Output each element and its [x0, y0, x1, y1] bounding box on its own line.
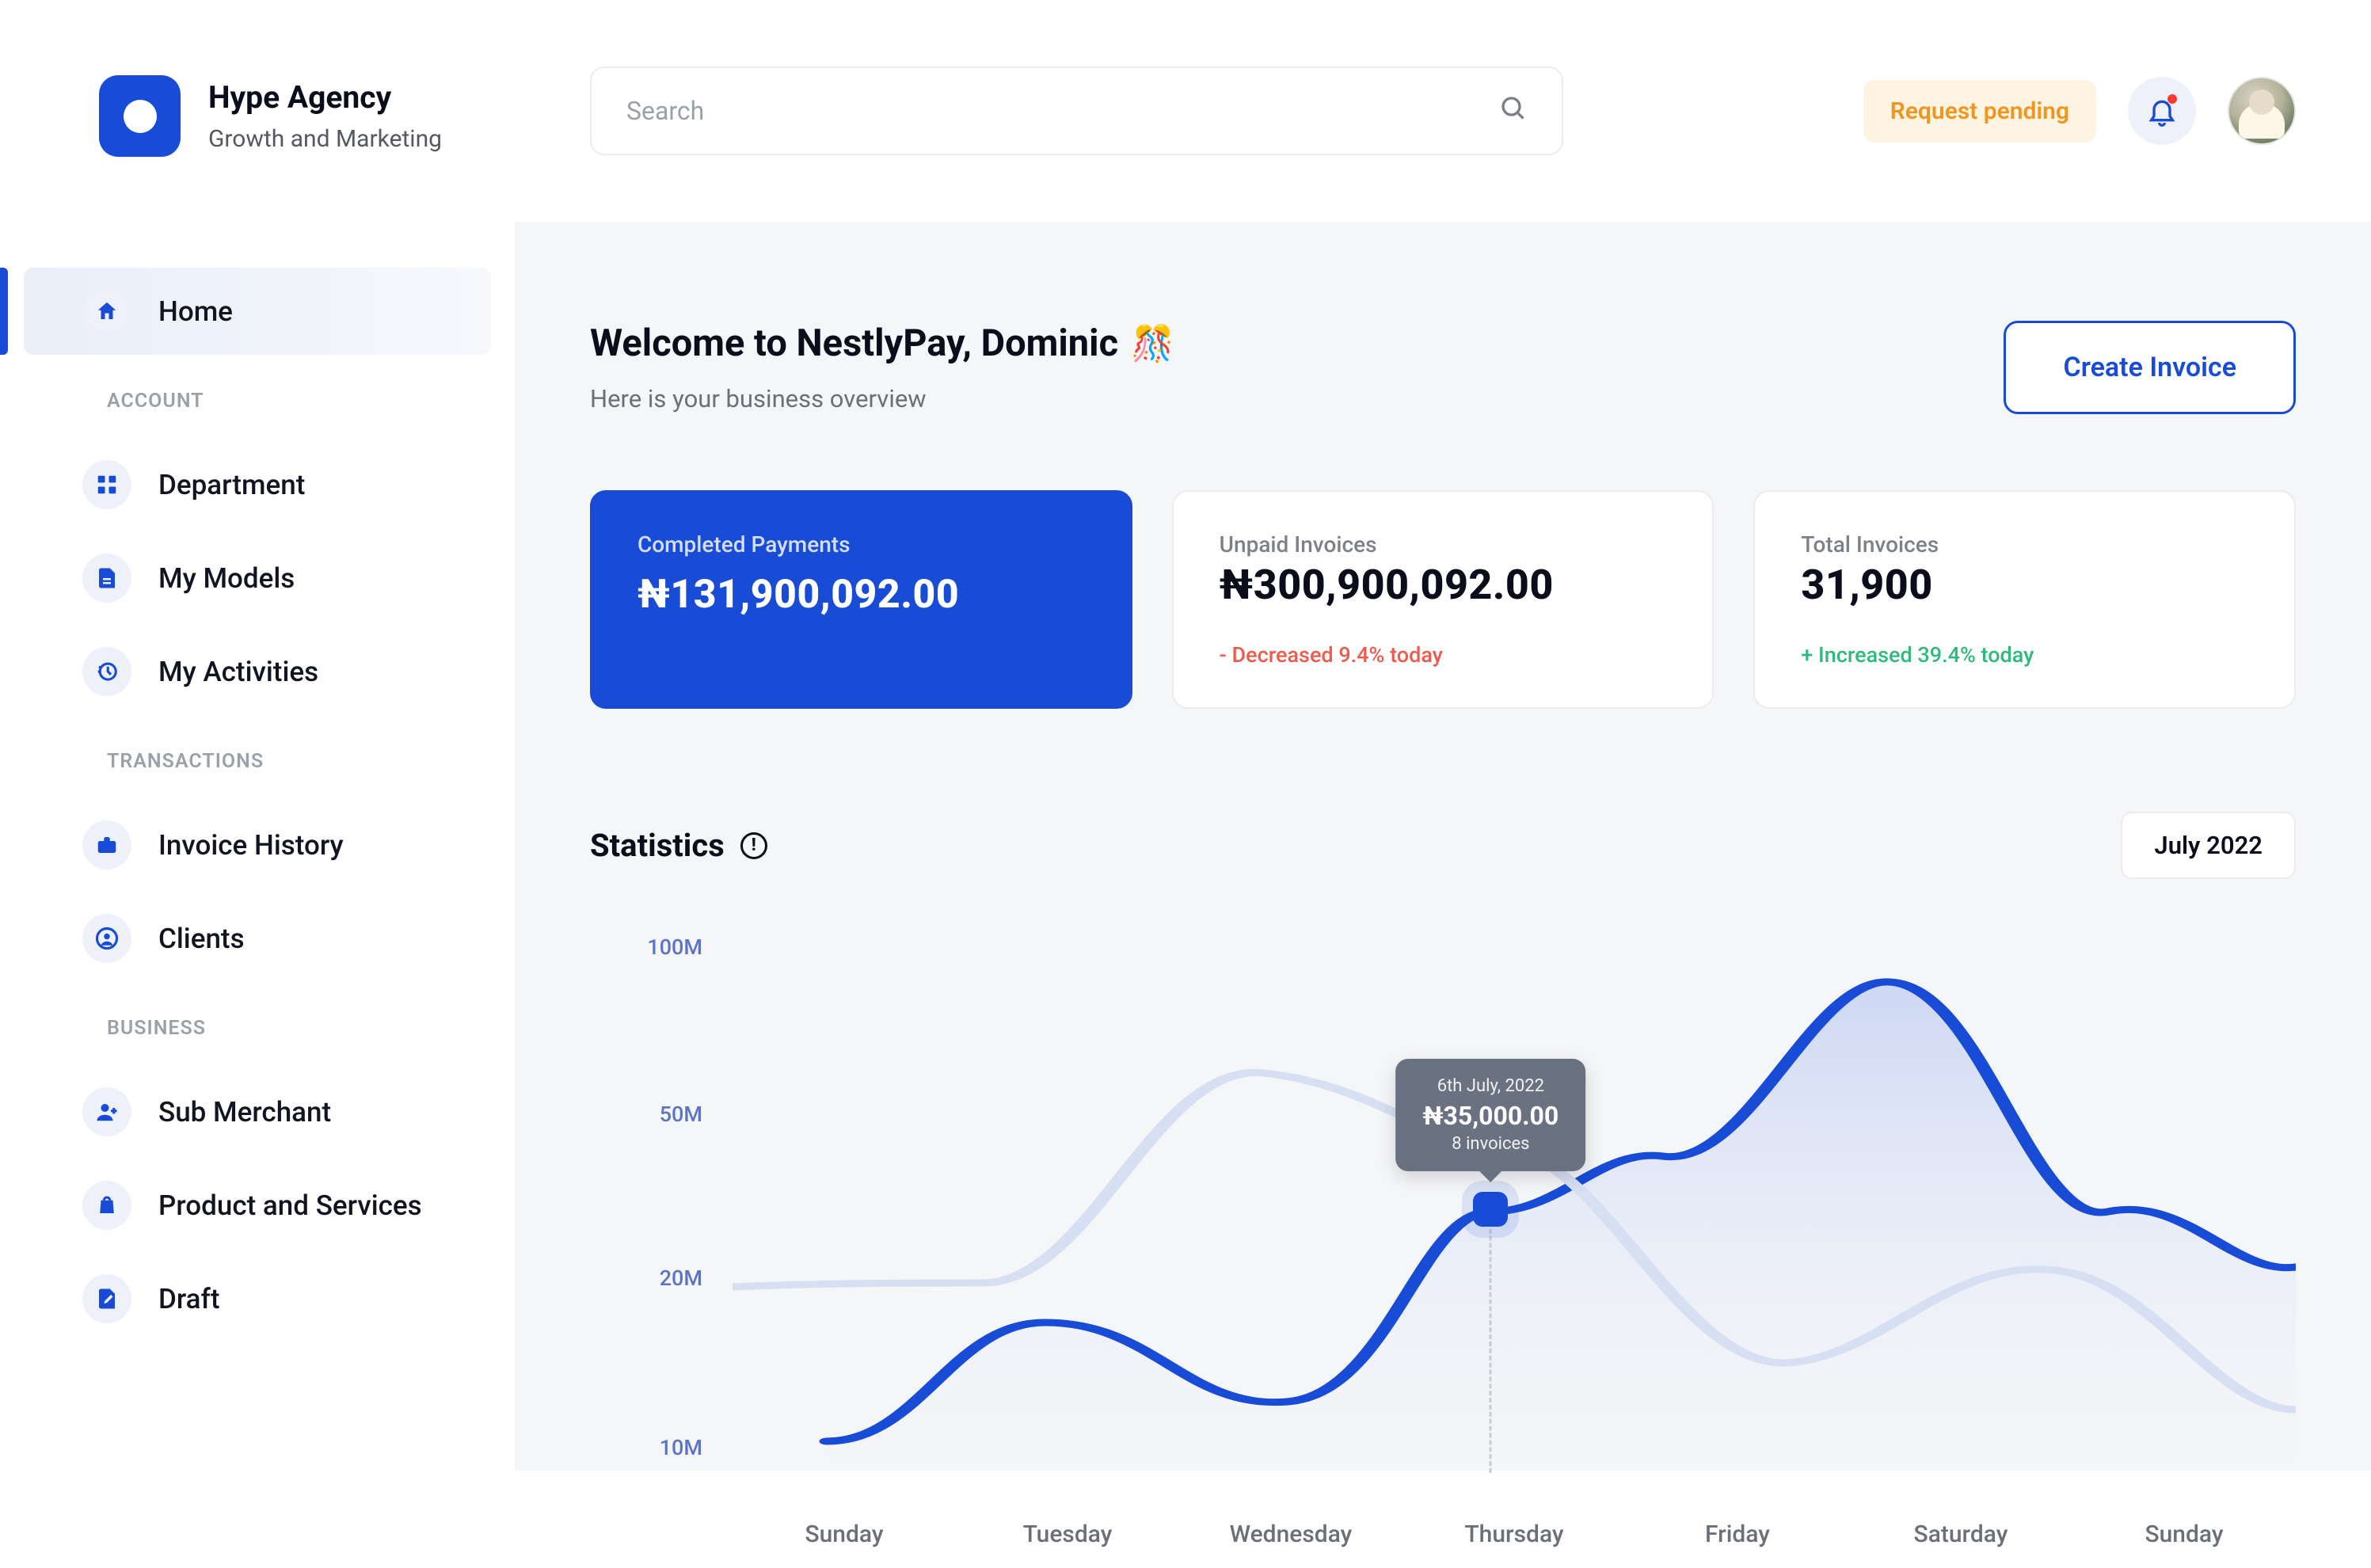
- card-total-invoices[interactable]: Total Invoices 31,900 + Increased 39.4% …: [1753, 490, 2296, 709]
- bag-icon: [82, 1181, 131, 1230]
- chart-y-axis: 100M 50M 20M 10M: [590, 934, 725, 1473]
- info-icon[interactable]: !: [740, 832, 767, 859]
- statistics-header: Statistics ! July 2022: [590, 812, 2296, 879]
- statistics-title: Statistics !: [590, 827, 767, 864]
- card-label: Completed Payments: [637, 531, 1085, 558]
- sidebar-item-product-services[interactable]: Product and Services: [24, 1162, 491, 1249]
- user-add-icon: [82, 1087, 131, 1136]
- search-input[interactable]: [626, 96, 1498, 126]
- notification-dot-icon: [2167, 94, 2177, 104]
- sidebar-item-label: My Activities: [158, 656, 318, 688]
- page-subtitle: Here is your business overview: [590, 384, 1174, 413]
- user-circle-icon: [82, 914, 131, 963]
- topbar: Request pending: [515, 0, 2371, 222]
- y-tick: 10M: [660, 1435, 702, 1460]
- sidebar-item-label: Home: [158, 295, 233, 328]
- card-completed-payments[interactable]: Completed Payments ₦131,900,092.00: [590, 490, 1132, 709]
- main: Request pending Welcome to NestlyPay, Do…: [515, 0, 2371, 1471]
- sidebar-item-label: Draft: [158, 1283, 219, 1315]
- confetti-icon: 🎊: [1131, 323, 1174, 364]
- card-unpaid-invoices[interactable]: Unpaid Invoices ₦300,900,092.00 - Decrea…: [1172, 490, 1715, 709]
- statistics-title-text: Statistics: [590, 827, 725, 864]
- y-tick: 50M: [660, 1102, 702, 1127]
- page-title-text: Welcome to NestlyPay, Dominic: [590, 322, 1118, 365]
- x-tick: Sunday: [2072, 1520, 2296, 1568]
- card-value: 31,900: [1801, 561, 2248, 609]
- chart-guide-line: [1490, 1215, 1492, 1473]
- chart-plot: 6th July, 2022 ₦35,000.00 8 invoices: [733, 934, 2296, 1473]
- card-trend: - Decreased 9.4% today: [1220, 642, 1667, 668]
- tooltip-sub: 8 invoices: [1423, 1134, 1559, 1154]
- y-tick: 20M: [660, 1265, 702, 1291]
- card-label: Total Invoices: [1801, 531, 2248, 558]
- request-pending-badge[interactable]: Request pending: [1863, 80, 2096, 143]
- sidebar-nav: Home Account Department My Models My Act…: [24, 268, 491, 1342]
- page-title: Welcome to NestlyPay, Dominic 🎊: [590, 322, 1174, 365]
- sidebar-item-sub-merchant[interactable]: Sub Merchant: [24, 1068, 491, 1155]
- sidebar-item-draft[interactable]: Draft: [24, 1255, 491, 1342]
- tooltip-date: 6th July, 2022: [1423, 1076, 1559, 1096]
- sidebar-item-home[interactable]: Home: [24, 268, 491, 355]
- brand-logo: [99, 75, 181, 157]
- sidebar-item-label: Sub Merchant: [158, 1096, 331, 1128]
- brand: Hype Agency Growth and Marketing: [24, 75, 491, 157]
- x-tick: Friday: [1626, 1520, 1849, 1568]
- document-icon: [82, 554, 131, 603]
- sidebar-section-account: Account: [24, 361, 491, 435]
- card-trend: + Increased 39.4% today: [1801, 642, 2248, 668]
- home-icon: [82, 287, 131, 336]
- sidebar-item-label: Invoice History: [158, 829, 344, 862]
- sidebar-item-department[interactable]: Department: [24, 441, 491, 528]
- sidebar: Hype Agency Growth and Marketing Home Ac…: [0, 0, 515, 1471]
- welcome-row: Welcome to NestlyPay, Dominic 🎊 Here is …: [590, 269, 2296, 414]
- grid-icon: [82, 460, 131, 509]
- stat-cards: Completed Payments ₦131,900,092.00 Unpai…: [590, 490, 2296, 709]
- history-icon: [82, 647, 131, 696]
- chart-marker: [1473, 1192, 1508, 1227]
- y-tick: 100M: [647, 934, 702, 960]
- x-tick: Sunday: [733, 1520, 956, 1568]
- briefcase-icon: [82, 820, 131, 870]
- sidebar-item-clients[interactable]: Clients: [24, 895, 491, 982]
- sidebar-section-business: Business: [24, 988, 491, 1062]
- content: Welcome to NestlyPay, Dominic 🎊 Here is …: [590, 48, 2296, 1568]
- search[interactable]: [590, 67, 1563, 155]
- tooltip-amount: ₦35,000.00: [1423, 1101, 1559, 1131]
- card-value: ₦300,900,092.00: [1220, 561, 1667, 609]
- x-tick: Saturday: [1849, 1520, 2072, 1568]
- notifications-button[interactable]: [2128, 77, 2196, 145]
- chart-tooltip: 6th July, 2022 ₦35,000.00 8 invoices: [1396, 1059, 1586, 1171]
- card-label: Unpaid Invoices: [1220, 531, 1667, 558]
- period-selector[interactable]: July 2022: [2121, 812, 2296, 879]
- avatar[interactable]: [2228, 77, 2296, 145]
- brand-title: Hype Agency: [208, 79, 442, 116]
- x-tick: Thursday: [1402, 1520, 1626, 1568]
- card-value: ₦131,900,092.00: [637, 572, 1085, 618]
- sidebar-section-transactions: Transactions: [24, 721, 491, 795]
- create-invoice-button[interactable]: Create Invoice: [2004, 321, 2296, 414]
- x-tick: Tuesday: [956, 1520, 1179, 1568]
- chart-x-axis: Sunday Tuesday Wednesday Thursday Friday…: [733, 1520, 2296, 1568]
- brand-subtitle: Growth and Marketing: [208, 125, 442, 153]
- sidebar-item-invoice-history[interactable]: Invoice History: [24, 801, 491, 889]
- file-edit-icon: [82, 1274, 131, 1323]
- sidebar-item-label: My Models: [158, 562, 295, 595]
- sidebar-item-label: Product and Services: [158, 1189, 422, 1222]
- x-tick: Wednesday: [1179, 1520, 1402, 1568]
- search-icon: [1498, 93, 1527, 128]
- sidebar-item-label: Clients: [158, 923, 245, 955]
- sidebar-item-my-activities[interactable]: My Activities: [24, 628, 491, 715]
- sidebar-item-my-models[interactable]: My Models: [24, 535, 491, 622]
- statistics-chart: 100M 50M 20M 10M: [590, 934, 2296, 1568]
- sidebar-item-label: Department: [158, 469, 305, 501]
